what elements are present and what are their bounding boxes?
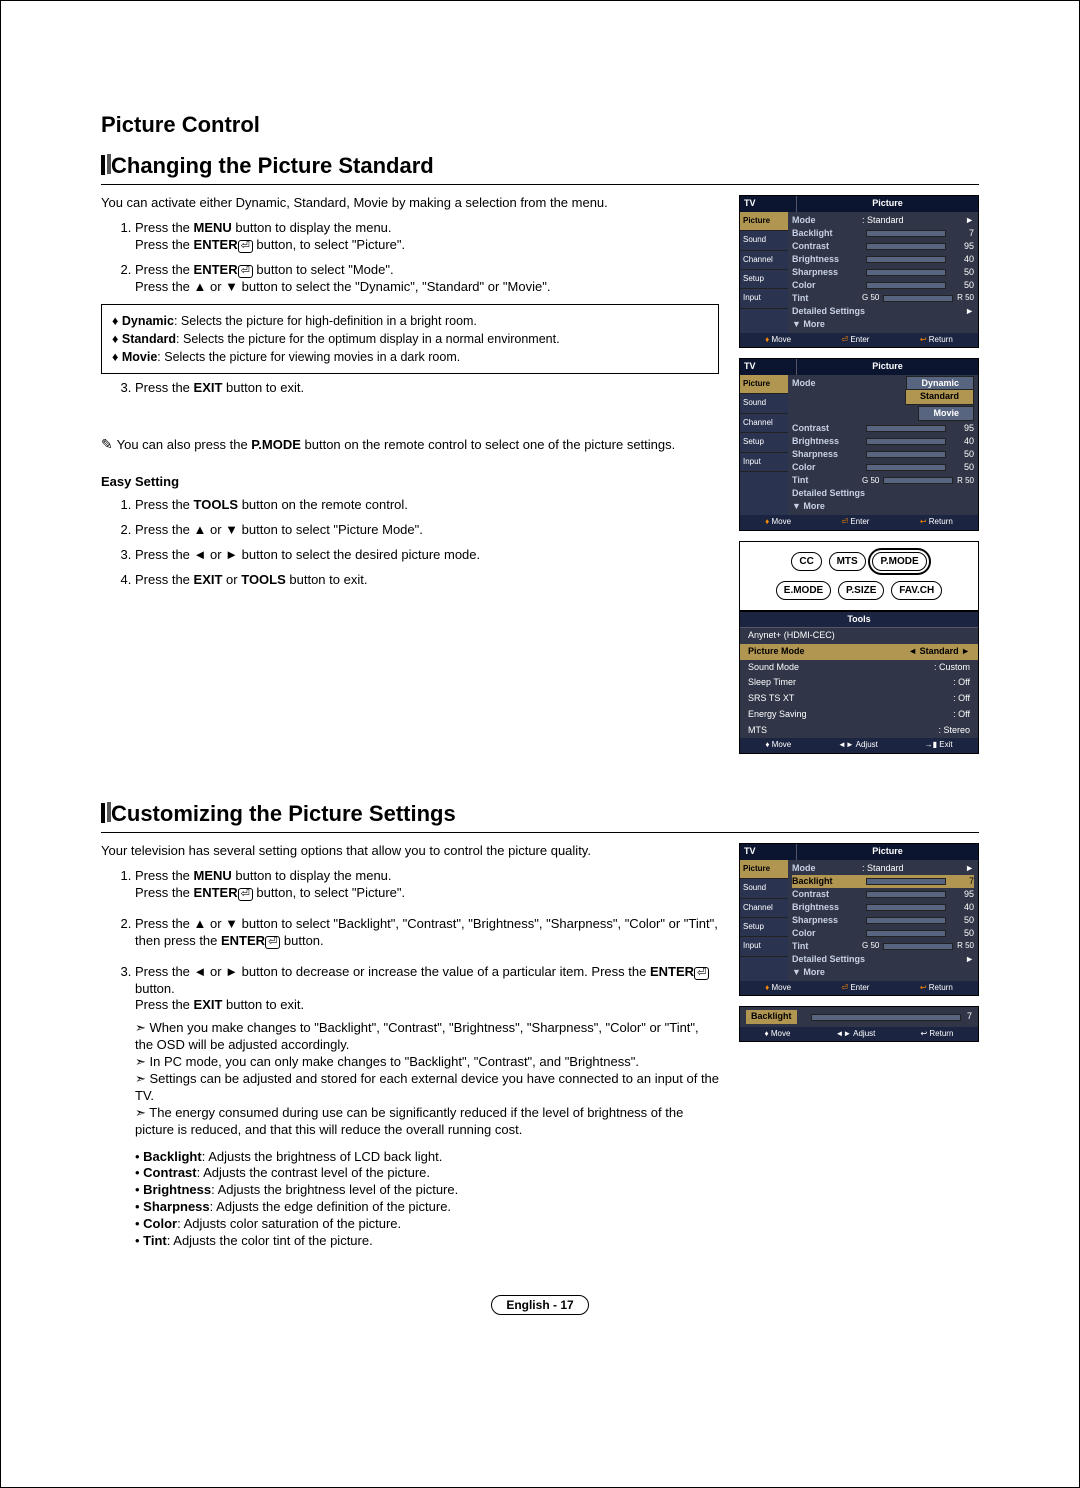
enter-icon: ⏎ — [265, 936, 280, 949]
osd-picture-1: TVPicture Picture Sound Channel Setup In… — [739, 195, 979, 348]
easy-steps: Press the TOOLS button on the remote con… — [101, 497, 719, 589]
section-title-2: Customizing the Picture Settings — [101, 800, 979, 834]
steps-1b: Press the EXIT button to exit. — [101, 380, 719, 397]
page-footer: English - 17 — [101, 1298, 979, 1314]
enter-icon: ⏎ — [238, 265, 253, 278]
intro-2: Your television has several setting opti… — [101, 843, 719, 860]
osd-picture-2: TVPicture Picture Sound Channel Setup In… — [739, 358, 979, 530]
osd-backlight-bar: Backlight7 ♦ Move◄► Adjust↩ Return — [739, 1006, 979, 1042]
enter-icon: ⏎ — [238, 888, 253, 901]
mode-box: Dynamic: Selects the picture for high-de… — [101, 304, 719, 375]
steps-1: Press the MENU button to display the men… — [101, 220, 719, 296]
osd-picture-3: TVPicture Picture Sound Channel Setup In… — [739, 843, 979, 996]
section-title-1: Changing the Picture Standard — [101, 152, 979, 186]
note-pmode: You can also press the P.MODE button on … — [101, 435, 719, 454]
easy-setting-title: Easy Setting — [101, 474, 719, 491]
osd-tools: Tools Anynet+ (HDMI-CEC) Picture Mode◄ S… — [739, 611, 979, 754]
enter-icon: ⏎ — [238, 240, 253, 253]
remote-buttons: CC MTS P.MODE E.MODE P.SIZE FAV.CH — [739, 541, 979, 611]
steps-2: Press the MENU button to display the men… — [101, 868, 719, 1250]
intro-1: You can activate either Dynamic, Standar… — [101, 195, 719, 212]
enter-icon: ⏎ — [694, 967, 709, 980]
page-title: Picture Control — [101, 111, 979, 140]
